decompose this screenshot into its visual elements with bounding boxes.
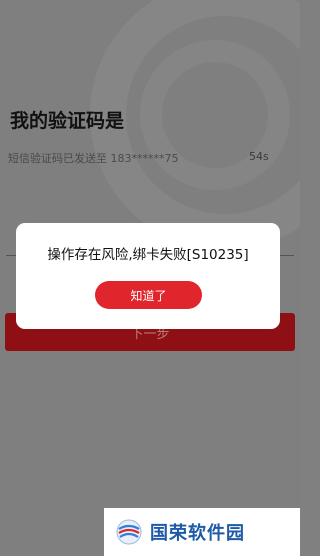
risk-alert-dialog: 操作存在风险,绑卡失败[S10235] 知道了 — [16, 223, 280, 329]
watermark-logo-icon — [116, 519, 142, 545]
verification-page: 我的验证码是 短信验证码已发送至 183******75 54s 下一步 操作存… — [0, 0, 300, 556]
watermark: 国荣软件园 — [104, 508, 300, 556]
page-title: 我的验证码是 — [10, 110, 125, 132]
background-decoration-inner — [140, 40, 290, 190]
dialog-confirm-button[interactable]: 知道了 — [95, 281, 202, 309]
dialog-message: 操作存在风险,绑卡失败[S10235] — [47, 247, 249, 263]
resend-countdown[interactable]: 54s — [249, 150, 269, 163]
sms-sent-info: 短信验证码已发送至 183******75 — [8, 152, 179, 165]
watermark-text: 国荣软件园 — [150, 523, 245, 544]
